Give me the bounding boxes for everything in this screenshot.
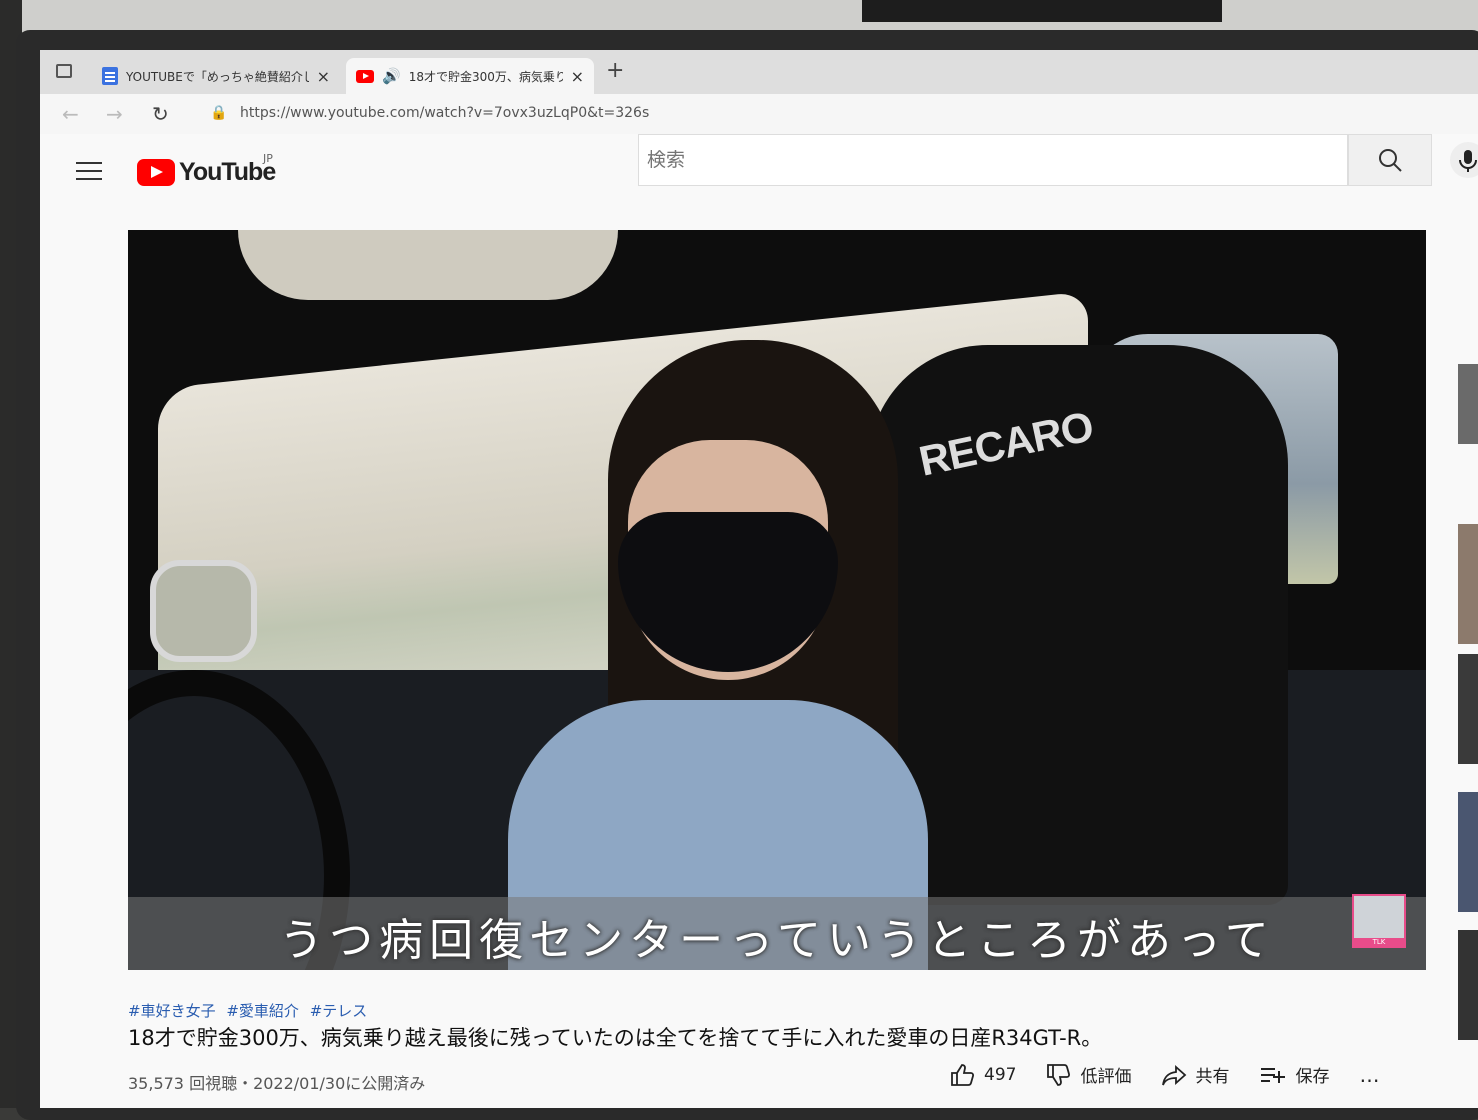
microphone-icon	[1459, 150, 1477, 172]
youtube-play-icon	[137, 159, 175, 186]
search-button[interactable]	[1348, 134, 1432, 186]
car-visor	[238, 230, 618, 300]
document-icon	[102, 67, 118, 85]
tab-title: YOUTUBEで「めっちゃ絶賛紹介して	[126, 69, 309, 84]
save-button[interactable]: 保存	[1259, 1062, 1329, 1087]
background-object	[862, 0, 1222, 22]
tab-document[interactable]: YOUTUBEで「めっちゃ絶賛紹介して ×	[92, 58, 340, 94]
hashtag-link[interactable]: #愛車紹介	[226, 1002, 299, 1020]
search-box	[638, 134, 1348, 186]
related-thumbnail[interactable]	[1458, 524, 1478, 644]
logo-text: YouTube	[179, 158, 276, 186]
tab-title: 18才で貯金300万、病気乗り	[408, 69, 563, 84]
share-label: 共有	[1195, 1067, 1230, 1087]
menu-icon[interactable]	[76, 162, 102, 180]
more-actions-button[interactable]: …	[1359, 1063, 1380, 1087]
like-count: 497	[984, 1064, 1017, 1085]
youtube-favicon-icon	[356, 69, 374, 83]
new-tab-button[interactable]: +	[606, 58, 624, 83]
side-mirror	[150, 560, 257, 662]
playlist-add-icon	[1261, 1067, 1286, 1083]
related-thumbnail[interactable]	[1458, 930, 1478, 1040]
monitor-screen: YOUTUBEで「めっちゃ絶賛紹介して × 🔊 18才で貯金300万、病気乗り …	[40, 50, 1478, 1108]
search-icon	[1379, 149, 1402, 172]
like-button[interactable]: 497	[950, 1063, 1016, 1087]
related-thumbnail[interactable]	[1458, 792, 1478, 912]
video-subtitle: うつ病回復センターっていうところがあって	[279, 915, 1275, 966]
url-field[interactable]: https://www.youtube.com/watch?v=7ovx3uzL…	[240, 105, 649, 121]
channel-watermark: TLK	[1352, 894, 1406, 948]
thumbs-up-icon	[951, 1063, 975, 1086]
lock-icon[interactable]: 🔒	[210, 105, 227, 121]
speaker-icon[interactable]: 🔊	[382, 67, 401, 85]
share-icon	[1162, 1064, 1187, 1085]
thumbs-down-icon	[1047, 1063, 1071, 1086]
mic-button[interactable]	[1450, 142, 1478, 178]
dislike-button[interactable]: 低評価	[1046, 1062, 1131, 1087]
masthead: YouTube JP	[40, 134, 1478, 210]
tab-actions-icon[interactable]	[56, 64, 72, 78]
save-label: 保存	[1295, 1067, 1330, 1087]
video-actions: 497 低評価 共有 保存 …	[950, 1062, 1380, 1087]
close-tab-icon[interactable]: ×	[317, 67, 330, 86]
address-bar: ← → ↻ 🔒 https://www.youtube.com/watch?v=…	[40, 94, 1478, 134]
hashtag-link[interactable]: #テレス	[310, 1002, 368, 1020]
search-input[interactable]	[639, 135, 1335, 185]
forward-button[interactable]: →	[106, 102, 123, 126]
view-stats: 35,573 回視聴・2022/01/30に公開済み	[128, 1074, 426, 1093]
hashtag-list: #車好き女子 #愛車紹介 #テレス	[128, 1000, 373, 1021]
tab-youtube-active[interactable]: 🔊 18才で貯金300万、病気乗り ×	[346, 58, 594, 94]
video-title: 18才で貯金300万、病気乗り越え最後に残っていたのは全てを捨てて手に入れた愛車…	[128, 1026, 1103, 1050]
video-player[interactable]: RECARO うつ病回復センターっていうところがあって TLK	[128, 230, 1426, 970]
country-code: JP	[263, 152, 273, 165]
tab-bar: YOUTUBEで「めっちゃ絶賛紹介して × 🔊 18才で貯金300万、病気乗り …	[40, 50, 1478, 94]
watermark-text: TLK	[1354, 938, 1404, 946]
close-tab-icon[interactable]: ×	[571, 67, 584, 86]
back-button[interactable]: ←	[62, 102, 79, 126]
youtube-page: YouTube JP RECARO	[40, 134, 1478, 1108]
share-button[interactable]: 共有	[1161, 1062, 1229, 1087]
related-thumbnail[interactable]	[1458, 364, 1478, 444]
related-thumbnail[interactable]	[1458, 654, 1478, 764]
hashtag-link[interactable]: #車好き女子	[128, 1002, 216, 1020]
dislike-label: 低評価	[1080, 1067, 1132, 1087]
youtube-logo[interactable]: YouTube JP	[137, 152, 276, 187]
reload-button[interactable]: ↻	[152, 102, 169, 126]
